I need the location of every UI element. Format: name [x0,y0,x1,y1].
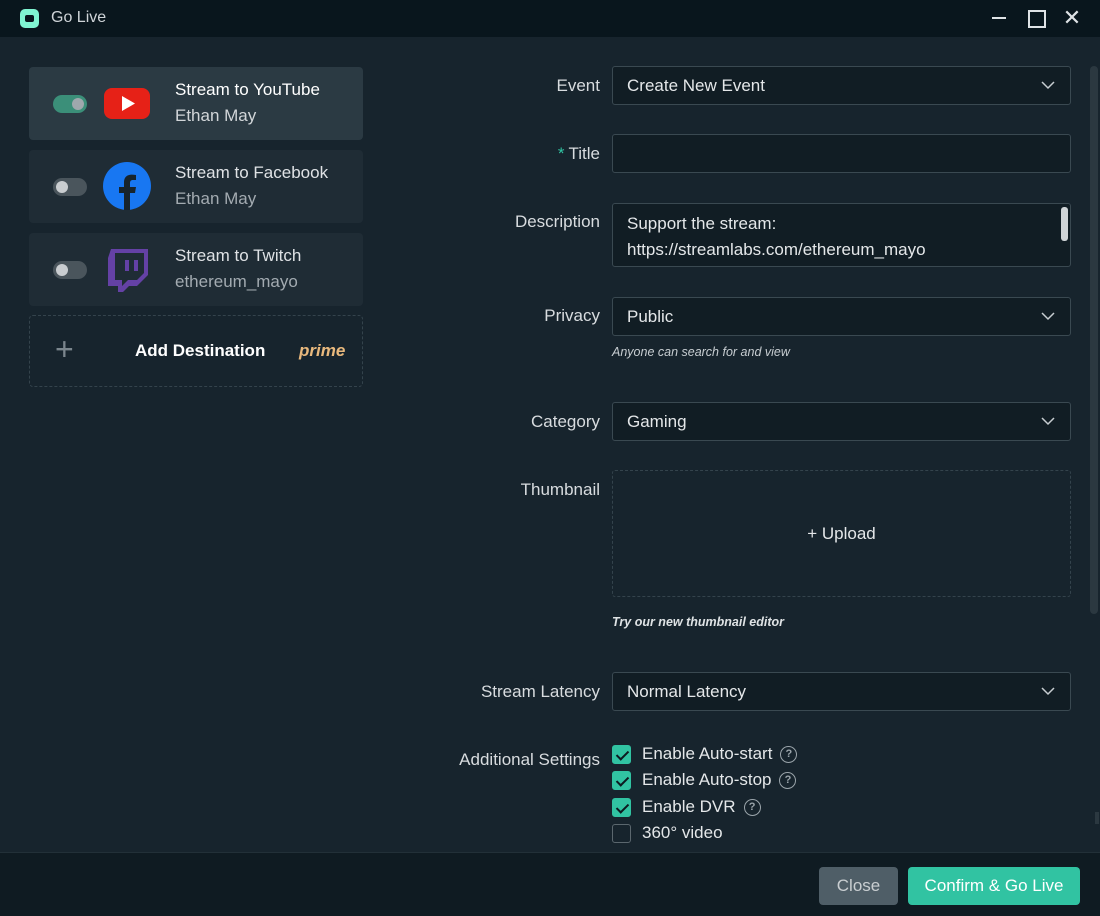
event-label: Event [556,76,600,95]
auto-start-checkbox-row[interactable]: Enable Auto-start ? [612,743,798,765]
chevron-down-icon [1041,687,1055,696]
destination-youtube[interactable]: Stream to YouTube Ethan May [29,67,363,140]
twitch-toggle[interactable] [53,261,87,279]
auto-stop-checkbox-row[interactable]: Enable Auto-stop ? [612,769,797,791]
chevron-down-icon [1041,81,1055,90]
category-value: Gaming [627,412,687,431]
description-label: Description [514,212,600,231]
help-icon[interactable]: ? [779,771,797,789]
form-scrollbar-thumb[interactable] [1090,66,1098,614]
youtube-toggle[interactable] [53,95,87,113]
title-bar: Go Live ✕ [0,0,1100,37]
window-title: Go Live [51,9,107,26]
destination-title: Stream to Facebook [175,163,329,182]
chevron-down-icon [1041,312,1055,321]
plus-icon: + [55,331,74,367]
auto-start-label: Enable Auto-start [642,744,773,763]
add-destination-label: Add Destination [135,341,266,360]
facebook-toggle[interactable] [53,178,87,196]
latency-select[interactable]: Normal Latency [612,672,1071,711]
description-scrollbar[interactable] [1061,207,1068,241]
auto-stop-checkbox[interactable] [612,770,631,790]
latency-label: Stream Latency [480,682,600,701]
minimize-button[interactable] [986,6,1012,30]
close-button[interactable]: Close [819,867,898,905]
destination-facebook[interactable]: Stream to Facebook Ethan May [29,150,363,223]
destination-title: Stream to YouTube [175,80,320,99]
privacy-label: Privacy [544,306,600,325]
auto-start-checkbox[interactable] [612,744,631,764]
streamlabs-logo-icon [20,9,39,28]
360-video-checkbox-row[interactable]: 360° video [612,822,723,844]
help-icon[interactable]: ? [743,798,761,816]
category-select[interactable]: Gaming [612,402,1071,441]
upload-label: + Upload [807,524,876,543]
description-value: Support the stream: https://streamlabs.c… [627,214,926,259]
title-label: * Title [557,144,600,163]
auto-stop-label: Enable Auto-stop [642,770,772,789]
privacy-select[interactable]: Public [612,297,1071,336]
form-scrollbar-track-end [1095,812,1099,824]
dvr-checkbox-row[interactable]: Enable DVR ? [612,796,761,818]
confirm-go-live-button[interactable]: Confirm & Go Live [908,867,1080,905]
thumbnail-editor-link[interactable]: Try our new thumbnail editor [612,615,784,629]
twitch-icon [103,245,151,293]
help-icon[interactable]: ? [780,745,798,763]
maximize-button[interactable] [1022,6,1048,30]
facebook-icon [103,162,151,210]
destination-account: Ethan May [175,189,257,208]
event-value: Create New Event [627,76,765,95]
youtube-icon [103,79,151,127]
close-window-button[interactable]: ✕ [1059,6,1085,30]
destination-account: Ethan May [175,106,257,125]
360-video-label: 360° video [642,823,723,842]
dvr-checkbox[interactable] [612,797,631,817]
title-input[interactable] [612,134,1071,173]
latency-value: Normal Latency [627,682,747,701]
destination-account: ethereum_mayo [175,272,298,291]
360-video-checkbox[interactable] [612,823,631,843]
description-textarea[interactable]: Support the stream: https://streamlabs.c… [612,203,1071,267]
footer: Close Confirm & Go Live [0,852,1100,916]
thumbnail-upload-area[interactable]: + Upload [612,470,1071,597]
event-select[interactable]: Create New Event [612,66,1071,105]
dvr-label: Enable DVR [642,797,736,816]
chevron-down-icon [1041,417,1055,426]
destination-title: Stream to Twitch [175,246,302,265]
additional-settings-label: Additional Settings [459,750,600,769]
privacy-hint: Anyone can search for and view [612,345,790,359]
destination-twitch[interactable]: Stream to Twitch ethereum_mayo [29,233,363,306]
thumbnail-label: Thumbnail [520,480,600,499]
add-destination-button[interactable]: + Add Destination prime [29,315,363,387]
prime-badge: prime [299,341,346,360]
privacy-value: Public [627,307,674,326]
required-mark: * [557,144,565,163]
category-label: Category [531,412,600,431]
